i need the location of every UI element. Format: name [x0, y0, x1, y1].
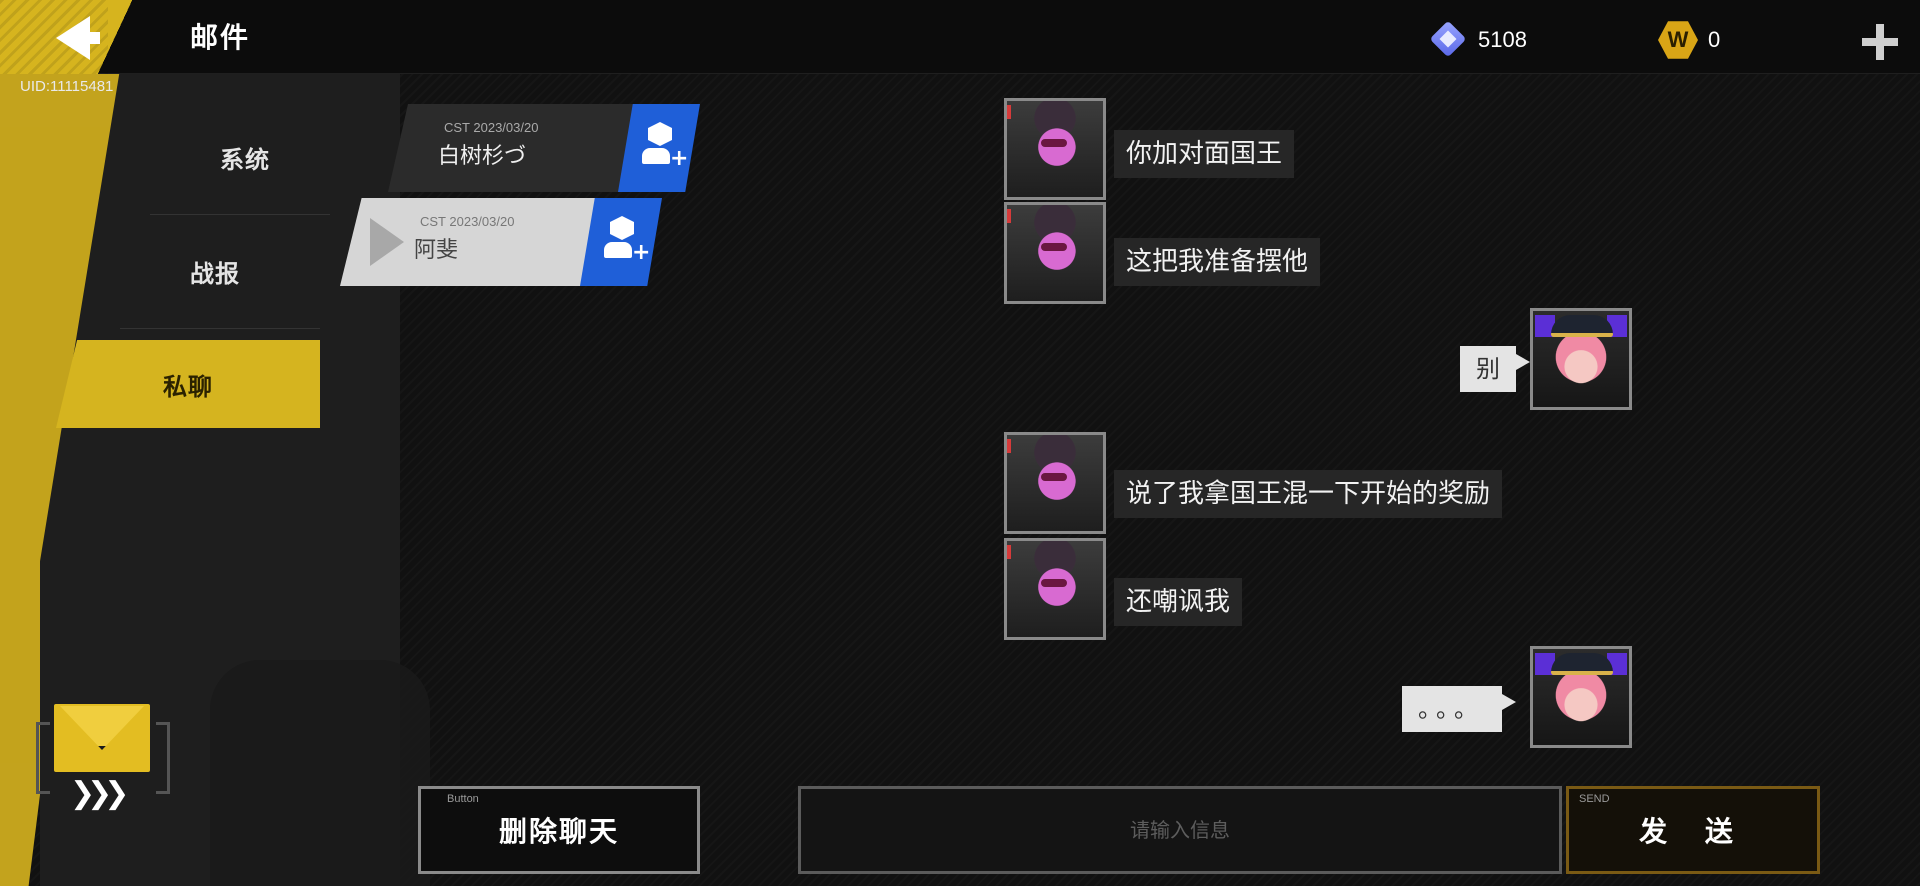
avatar-other[interactable]: [1004, 202, 1106, 304]
sidebar-divider: [150, 214, 330, 215]
message-bubble-own: 。。。: [1402, 686, 1516, 732]
mail-icon[interactable]: [54, 704, 150, 772]
sidebar-item-system[interactable]: 系统: [150, 112, 340, 202]
send-button[interactable]: SEND 发 送: [1566, 786, 1820, 874]
avatar-self[interactable]: [1530, 308, 1632, 410]
contact-item-selected[interactable]: CST 2023/03/20 阿斐 +: [340, 198, 678, 286]
coin-symbol: W: [1667, 27, 1689, 52]
chevrons-icon: ❯❯❯: [70, 776, 129, 811]
add-friend-icon: +: [642, 122, 688, 170]
sidebar-item-private-chat[interactable]: 私聊: [56, 340, 320, 428]
sidebar-item-label: 战报: [190, 259, 240, 288]
avatar-other[interactable]: [1004, 98, 1106, 200]
gem-icon: [1430, 21, 1468, 59]
page-title: 邮件: [190, 21, 251, 54]
gem-counter: 5108: [1430, 20, 1527, 60]
avatar-self[interactable]: [1530, 646, 1632, 748]
contact-date: CST 2023/03/20: [420, 214, 515, 229]
message-bubble: 说了我拿国王混一下开始的奖励: [1114, 470, 1503, 518]
user-id: UID:11115481: [20, 78, 114, 95]
sidebar-item-label: 私聊: [163, 372, 213, 401]
add-friend-icon: +: [604, 216, 650, 264]
top-bar: 邮件 5108 W 0: [0, 0, 1920, 74]
contact-item[interactable]: CST 2023/03/20 白树杉づ +: [388, 104, 700, 192]
avatar-other[interactable]: [1004, 538, 1106, 640]
delete-chat-button[interactable]: Button 删除聊天: [418, 786, 700, 874]
contact-date: CST 2023/03/20: [444, 120, 539, 135]
coin-counter: W 0: [1658, 20, 1720, 60]
message-input[interactable]: [811, 799, 1549, 861]
contact-name: 白树杉づ: [438, 144, 527, 169]
avatar-other[interactable]: [1004, 432, 1106, 534]
sidebar-item-battle-report[interactable]: 战报: [120, 226, 310, 316]
bracket-right-decoration: [156, 722, 170, 794]
sidebar-item-label: 系统: [220, 145, 270, 174]
delete-chat-label: 删除聊天: [498, 815, 619, 848]
add-currency-plus-icon[interactable]: [1862, 24, 1898, 60]
coin-count: 0: [1708, 27, 1721, 52]
mail-screen: THE WAR 系统 战报 私聊 ❯❯❯ 邮件 5108 W 0 UID:111…: [0, 0, 1920, 886]
message-input-frame: [798, 786, 1562, 874]
message-bubble: 你加对面国王: [1114, 130, 1295, 178]
bracket-left-decoration: [36, 722, 50, 794]
back-arrow-icon: [56, 16, 100, 60]
selected-arrow-icon: [370, 218, 404, 266]
fist-emblem-decoration: [210, 660, 430, 886]
message-bubble: 还嘲讽我: [1114, 578, 1243, 626]
send-label: 发 送: [1639, 815, 1747, 848]
message-bubble-own: 别: [1460, 346, 1530, 392]
coin-icon: W: [1658, 21, 1698, 59]
back-button[interactable]: [0, 0, 160, 74]
message-bubble: 这把我准备摆他: [1114, 238, 1321, 286]
contact-name: 阿斐: [414, 238, 459, 263]
gem-count: 5108: [1478, 27, 1527, 52]
sidebar-divider: [120, 328, 320, 329]
